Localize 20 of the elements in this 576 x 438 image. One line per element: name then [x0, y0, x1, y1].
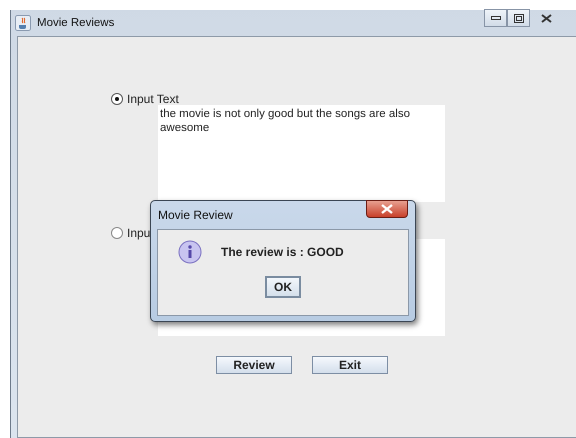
- ok-button[interactable]: OK: [265, 276, 301, 298]
- radio-label[interactable]: Inpu: [127, 226, 150, 240]
- minimize-icon: [490, 16, 500, 20]
- dialog-message: The review is : GOOD: [221, 245, 344, 259]
- review-button[interactable]: Review: [216, 356, 292, 374]
- exit-button[interactable]: Exit: [312, 356, 388, 374]
- maximize-button[interactable]: [507, 9, 530, 27]
- close-icon: [381, 204, 393, 214]
- info-icon: [178, 240, 202, 264]
- maximize-icon: [514, 14, 524, 22]
- close-button[interactable]: [366, 200, 408, 218]
- close-icon: [540, 14, 552, 22]
- window-title: Movie Reviews: [37, 17, 114, 29]
- text-area[interactable]: the movie is not only good but the songs are also awesome: [158, 105, 445, 202]
- radio-button[interactable]: [111, 227, 123, 239]
- dialog-title: Movie Review: [158, 208, 233, 222]
- cup-icon: [15, 15, 31, 31]
- minimize-button[interactable]: [484, 9, 507, 27]
- radio-label[interactable]: Input Text: [127, 92, 179, 106]
- radio-button[interactable]: [111, 93, 123, 105]
